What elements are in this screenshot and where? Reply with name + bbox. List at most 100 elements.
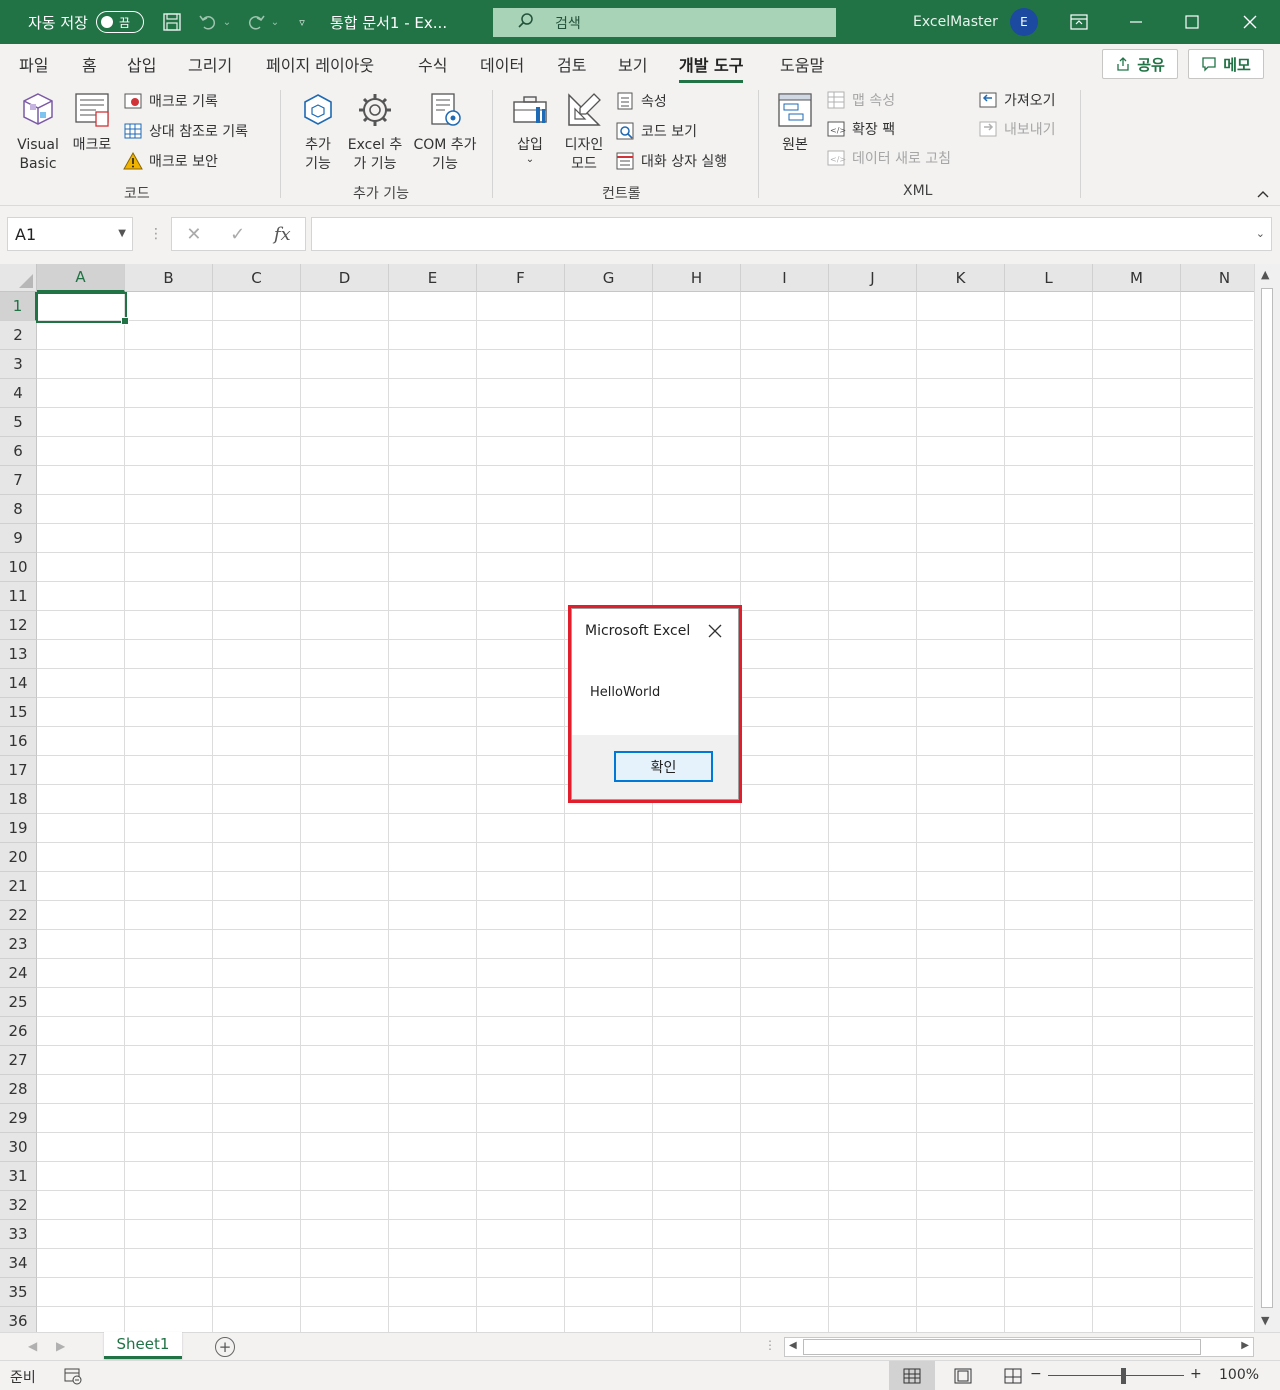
save-icon[interactable] xyxy=(158,8,186,36)
tab-file[interactable]: 파일 xyxy=(19,52,48,76)
row-header[interactable]: 31 xyxy=(0,1162,37,1191)
row-header[interactable]: 14 xyxy=(0,669,37,698)
ribbon-display-options-icon[interactable] xyxy=(1051,0,1107,44)
map-properties-button[interactable]: 맵 속성 xyxy=(826,89,895,111)
minimize-icon[interactable] xyxy=(1108,0,1164,44)
row-header[interactable]: 15 xyxy=(0,698,37,727)
column-header[interactable]: L xyxy=(1005,264,1093,292)
row-header[interactable]: 32 xyxy=(0,1191,37,1220)
macro-security-button[interactable]: 매크로 보안 xyxy=(123,150,218,172)
row-header[interactable]: 19 xyxy=(0,814,37,843)
tab-data[interactable]: 데이터 xyxy=(480,52,524,76)
name-box[interactable]: A1 ▼ xyxy=(7,217,133,251)
expansion-packs-button[interactable]: </> 확장 팩 xyxy=(826,118,895,140)
row-header[interactable]: 21 xyxy=(0,872,37,901)
sheet-tab[interactable]: Sheet1 xyxy=(104,1332,182,1359)
relative-references-button[interactable]: 상대 참조로 기록 xyxy=(123,120,248,142)
avatar[interactable]: E xyxy=(1009,8,1038,36)
row-header[interactable]: 33 xyxy=(0,1220,37,1249)
formula-input[interactable]: ⌄ xyxy=(311,217,1272,251)
tab-review[interactable]: 검토 xyxy=(557,52,586,76)
row-header[interactable]: 23 xyxy=(0,930,37,959)
row-header[interactable]: 10 xyxy=(0,553,37,582)
row-header[interactable]: 5 xyxy=(0,408,37,437)
row-header[interactable]: 29 xyxy=(0,1104,37,1133)
column-header[interactable]: I xyxy=(741,264,829,292)
macros-button[interactable]: 매크로 xyxy=(68,88,116,155)
run-dialog-button[interactable]: 대화 상자 실행 xyxy=(615,150,727,172)
column-header[interactable]: F xyxy=(477,264,565,292)
row-header[interactable]: 13 xyxy=(0,640,37,669)
row-header[interactable]: 36 xyxy=(0,1307,37,1332)
ok-button[interactable]: 확인 xyxy=(614,751,713,782)
row-header[interactable]: 27 xyxy=(0,1046,37,1075)
select-all-corner[interactable] xyxy=(0,264,37,292)
row-header[interactable]: 24 xyxy=(0,959,37,988)
column-header[interactable]: J xyxy=(829,264,917,292)
record-macro-button[interactable]: 매크로 기록 xyxy=(123,90,218,112)
search-box[interactable]: 검색 xyxy=(493,8,836,37)
row-header[interactable]: 7 xyxy=(0,466,37,495)
column-header[interactable]: B xyxy=(125,264,213,292)
row-header[interactable]: 1 xyxy=(0,292,37,321)
tab-developer[interactable]: 개발 도구 xyxy=(679,52,744,83)
column-header[interactable]: K xyxy=(917,264,1005,292)
tab-view[interactable]: 보기 xyxy=(618,52,647,76)
row-header[interactable]: 20 xyxy=(0,843,37,872)
row-header[interactable]: 12 xyxy=(0,611,37,640)
row-header[interactable]: 16 xyxy=(0,727,37,756)
visual-basic-button[interactable]: Visual Basic xyxy=(14,88,62,174)
next-sheet-icon[interactable]: ▶ xyxy=(56,1339,65,1353)
autosave-control[interactable]: 자동 저장 끔 xyxy=(28,11,144,33)
row-header[interactable]: 28 xyxy=(0,1075,37,1104)
zoom-out-icon[interactable]: − xyxy=(1030,1366,1042,1382)
accessibility-check-icon[interactable] xyxy=(64,1367,82,1389)
name-box-dropdown-icon[interactable]: ▼ xyxy=(118,228,126,239)
row-header[interactable]: 8 xyxy=(0,495,37,524)
horizontal-scroll-thumb[interactable] xyxy=(803,1339,1201,1355)
design-mode-button[interactable]: 디자인 모드 xyxy=(560,88,608,174)
user-account[interactable]: ExcelMaster E xyxy=(913,0,1038,44)
column-header[interactable]: M xyxy=(1093,264,1181,292)
normal-view-button[interactable] xyxy=(889,1361,935,1390)
vertical-scroll-thumb[interactable] xyxy=(1261,288,1273,1308)
row-header[interactable]: 9 xyxy=(0,524,37,553)
addins-button[interactable]: 추가 기능 xyxy=(298,88,338,174)
row-header[interactable]: 4 xyxy=(0,379,37,408)
tab-insert[interactable]: 삽입 xyxy=(127,52,156,76)
column-header[interactable]: H xyxy=(653,264,741,292)
excel-addins-button[interactable]: Excel 추가 기능 xyxy=(346,88,404,174)
scroll-down-icon[interactable]: ▼ xyxy=(1261,1314,1269,1327)
row-header[interactable]: 26 xyxy=(0,1017,37,1046)
dialog-close-icon[interactable] xyxy=(705,621,725,641)
redo-dropdown-icon[interactable]: ⌄ xyxy=(270,8,280,36)
row-header[interactable]: 2 xyxy=(0,321,37,350)
tab-draw[interactable]: 그리기 xyxy=(188,52,232,76)
splitter-handle[interactable]: ⋮ xyxy=(149,226,163,242)
share-button[interactable]: 공유 xyxy=(1102,49,1178,79)
properties-button[interactable]: 속성 xyxy=(615,90,667,112)
autosave-toggle[interactable]: 끔 xyxy=(95,11,144,33)
expand-formula-bar-icon[interactable]: ⌄ xyxy=(1256,227,1265,240)
tab-help[interactable]: 도움말 xyxy=(780,52,824,76)
column-header[interactable]: G xyxy=(565,264,653,292)
page-layout-view-button[interactable] xyxy=(940,1361,986,1390)
column-header[interactable]: E xyxy=(389,264,477,292)
insert-function-icon[interactable]: fx xyxy=(274,224,291,245)
vertical-scrollbar[interactable]: ▲ ▼ xyxy=(1254,264,1280,1332)
maximize-icon[interactable] xyxy=(1164,0,1220,44)
column-header[interactable]: C xyxy=(213,264,301,292)
row-header[interactable]: 35 xyxy=(0,1278,37,1307)
zoom-in-icon[interactable]: + xyxy=(1190,1366,1202,1382)
tab-splitter-handle[interactable]: ⋮ xyxy=(764,1338,776,1352)
cell-area[interactable] xyxy=(37,292,1253,1332)
close-icon[interactable] xyxy=(1222,0,1278,44)
undo-dropdown-icon[interactable]: ⌄ xyxy=(222,8,232,36)
enter-formula-icon[interactable]: ✓ xyxy=(230,224,245,245)
row-header[interactable]: 22 xyxy=(0,901,37,930)
row-header[interactable]: 25 xyxy=(0,988,37,1017)
com-addins-button[interactable]: COM 추가 기능 xyxy=(412,88,478,174)
row-header[interactable]: 11 xyxy=(0,582,37,611)
column-header[interactable]: D xyxy=(301,264,389,292)
tab-formulas[interactable]: 수식 xyxy=(418,52,447,76)
